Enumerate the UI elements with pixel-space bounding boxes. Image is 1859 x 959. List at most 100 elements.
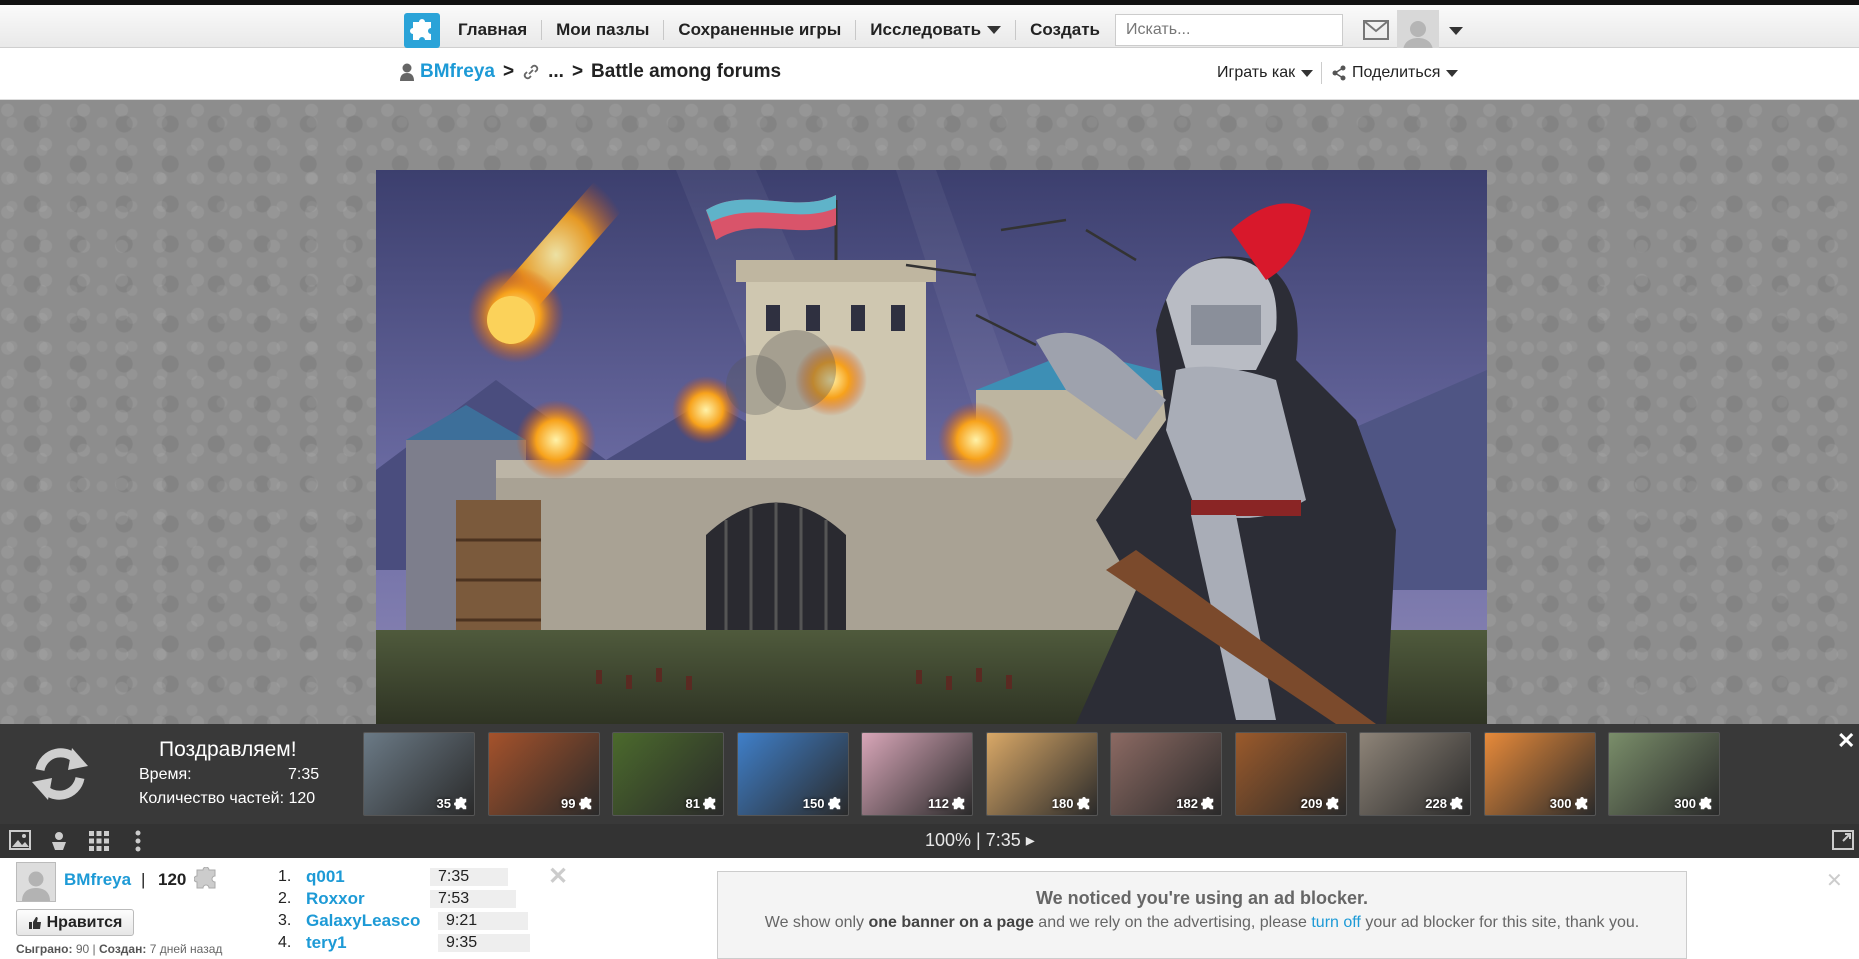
puzzle-info-panel: BMfreya | 120 Нравится Сыграно: 90 | Соз… [0,858,1859,959]
site-logo[interactable] [404,13,440,48]
leaderboard-name[interactable]: tery1 [306,933,347,953]
nav-explore[interactable]: Исследовать [856,20,1017,40]
more-options-icon[interactable] [134,830,142,852]
share-dropdown[interactable]: Поделиться [1332,64,1459,82]
thumbnail-piece-count: 300 [1674,796,1713,811]
suggested-puzzle-thumbnail[interactable]: 209 [1234,732,1347,816]
suggested-puzzle-thumbnail[interactable]: 99 [487,732,600,816]
leaderboard-name[interactable]: GalaxyLeasco [306,911,420,931]
congrats-title: Поздравляем! [159,738,297,761]
refresh-icon[interactable] [28,744,92,804]
leaderboard-time: 9:21 [438,912,528,930]
breadcrumb-user[interactable]: BMfreya [420,61,495,83]
suggested-puzzles: 35 99 81 150 112 180 182 209 228 300 300 [363,732,1733,816]
thumbnail-piece-count: 180 [1052,796,1091,811]
author-name[interactable]: BMfreya [64,870,131,890]
adblock-notice: We noticed you're using an ad blocker. W… [717,871,1687,959]
puzzle-piece-icon [1699,796,1712,809]
nav-explore-label: Исследовать [870,20,982,39]
thumbnail-piece-count: 182 [1176,796,1215,811]
breadcrumb-separator: > [502,61,515,82]
thumbnail-piece-count: 35 [437,796,468,811]
play-as-dropdown[interactable]: Играть как [1217,64,1314,82]
suggested-puzzle-thumbnail[interactable]: 300 [1608,732,1720,816]
breadcrumb-ellipsis[interactable]: ... [548,61,564,83]
chevron-down-icon [987,26,1002,34]
leaderboard-rank: 1. [278,868,292,885]
thumbnail-count-label: 81 [685,796,700,811]
search-input[interactable] [1115,14,1343,46]
suggested-puzzle-thumbnail[interactable]: 150 [736,732,849,816]
played-value: 90 [75,942,90,956]
completed-puzzle-image[interactable] [376,170,1487,724]
breadcrumb-separator-2: > [571,61,584,82]
share-icon [1332,65,1346,81]
time-label: Время: [139,766,192,783]
chevron-down-icon [1446,69,1459,77]
leaderboard-time: 7:53 [430,890,516,908]
thumbnail-piece-count: 81 [686,796,717,811]
nav-create[interactable]: Создать [1016,20,1114,40]
close-leaderboard-button[interactable]: ✕ [548,862,568,891]
suggested-puzzle-thumbnail[interactable]: 228 [1359,732,1471,816]
separator: | [141,870,146,889]
share-label: Поделиться [1352,64,1441,81]
piece-shapes-icon[interactable] [48,830,70,852]
grid-arrange-icon[interactable] [88,830,110,852]
close-congrats-button[interactable]: ✕ [1837,728,1855,754]
played-label: Сыграно: [16,942,73,956]
leaderboard-name[interactable]: q001 [306,867,345,887]
puzzle-piece-icon [952,796,965,809]
turn-off-link[interactable]: turn off [1311,914,1361,931]
puzzle-piece-icon [1201,796,1214,809]
leaderboard-row: 2. Roxxor 7:53 [278,888,538,910]
user-icon [400,63,414,81]
puzzle-piece-icon [1076,796,1089,809]
zoom-time-status[interactable]: 100% | 7:35 ▸ [925,830,1035,851]
page-title: Battle among forums [591,61,782,82]
suggested-puzzle-thumbnail[interactable]: 112 [861,732,973,816]
suggested-puzzle-thumbnail[interactable]: 180 [985,732,1098,816]
piece-count: 120 [158,870,187,889]
fullscreen-icon[interactable] [1832,830,1854,850]
user-avatar[interactable] [1397,10,1439,52]
thumbnail-count-label: 35 [436,796,451,811]
leaderboard-time: 7:35 [430,868,508,886]
thumbnail-count-label: 300 [1549,796,1572,811]
puzzle-piece-icon [194,867,216,889]
nav-home[interactable]: Главная [444,20,543,40]
thumbnail-piece-count: 150 [803,796,842,811]
thumbnail-count-label: 182 [1176,796,1198,811]
puzzle-piece-icon [1574,796,1587,809]
puzzle-logo-icon [410,18,431,40]
puzzle-toolbar: 100% | 7:35 ▸ [0,824,1859,858]
adblock-text-2: and we rely on the advertising, please [1033,914,1312,931]
thumbnail-piece-count: 99 [561,796,592,811]
thumbnail-count-label: 150 [802,796,825,811]
user-menu-chevron-icon[interactable] [1449,27,1463,35]
leaderboard-row: 4. tery1 9:35 [278,932,538,954]
leaderboard-name[interactable]: Roxxor [306,889,365,909]
thumbnail-count-label: 112 [928,796,949,811]
nav-my-puzzles[interactable]: Мои пазлы [542,20,665,40]
puzzle-stats: Сыграно: 90 | Создан: 7 дней назад [16,942,223,956]
thumbnail-count-label: 209 [1300,796,1323,811]
breadcrumb-bar: BMfreya > ... > Battle among forums Игра… [0,48,1859,100]
image-preview-icon[interactable] [9,830,31,850]
like-button[interactable]: Нравится [16,909,134,936]
author-avatar[interactable] [16,862,56,902]
close-adblock-button[interactable]: ✕ [1826,868,1843,893]
nav-saved-games[interactable]: Сохраненные игры [664,20,857,40]
thumbnail-piece-count: 209 [1301,796,1340,811]
puzzle-piece-icon [1325,796,1338,809]
suggested-puzzle-thumbnail[interactable]: 300 [1483,732,1596,816]
suggested-puzzle-thumbnail[interactable]: 81 [612,732,724,816]
puzzle-piece-icon [454,796,467,809]
suggested-puzzle-thumbnail[interactable]: 182 [1110,732,1222,816]
thumbnail-piece-count: 228 [1425,796,1464,811]
thumbnail-count-label: 180 [1051,796,1074,811]
adblock-text-3: your ad blocker for this site, thank you… [1360,914,1640,931]
puzzle-piece-icon [1450,796,1463,809]
suggested-puzzle-thumbnail[interactable]: 35 [363,732,475,816]
mail-icon[interactable] [1363,20,1389,40]
